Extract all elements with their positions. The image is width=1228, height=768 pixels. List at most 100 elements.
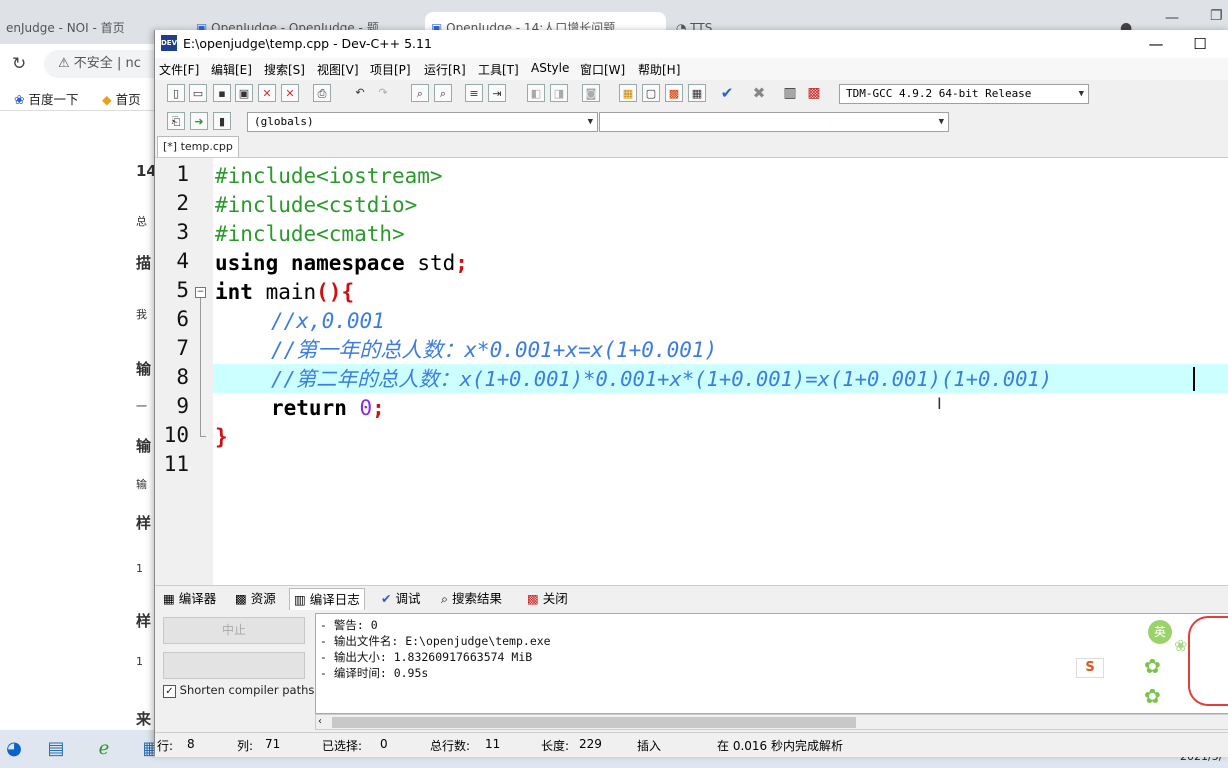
line-number: 6 xyxy=(176,307,189,331)
line-number: 10 xyxy=(163,423,189,447)
compile-log-output[interactable]: - 警告: 0 - 输出文件名: E:\openjudge\temp.exe -… xyxy=(315,613,1228,714)
status-parse-time: 在 0.016 秒内完成解析 xyxy=(717,739,843,753)
toggle-comment-icon[interactable]: ◙ xyxy=(582,84,600,102)
reload-icon[interactable]: ↻ xyxy=(12,54,26,74)
sogou-ime-icon[interactable]: S xyxy=(1076,658,1104,678)
bottom-tabs: ▦ 编译器 ▩ 资源 ▥ 编译日志 ✔ 调试 ⌕ 搜索结果 ▩ 关闭 xyxy=(155,585,1228,611)
page-text: 样 xyxy=(136,612,152,630)
stop-icon[interactable]: ✖ xyxy=(750,84,768,102)
status-col: 71 xyxy=(265,737,281,751)
code-editor[interactable]: 1 2 3 4 5 6 7 8 9 10 11 − #include<iostr… xyxy=(155,157,1228,608)
fold-line xyxy=(200,298,201,437)
menu-search[interactable]: 搜索[S] xyxy=(264,61,305,78)
unindent-icon[interactable]: ◨ xyxy=(550,84,568,102)
remove-file-icon[interactable]: ▮ xyxy=(213,112,231,130)
search-icon: ⌕ xyxy=(441,591,452,606)
browser-restore-icon[interactable]: ❐ xyxy=(1210,8,1223,24)
replace-icon[interactable]: ⌕ xyxy=(434,84,452,102)
code-line-6: //x,0.001 xyxy=(271,309,385,333)
flower-decoration-icon: ✿ xyxy=(1144,654,1161,678)
shorten-paths-checkbox[interactable]: ✓ Shorten compiler paths xyxy=(163,683,314,698)
close-file-icon[interactable]: ✕ xyxy=(258,84,276,102)
save-all-icon[interactable]: ▣ xyxy=(235,84,253,102)
text-caret xyxy=(1193,367,1195,391)
project-icon[interactable]: ⎗ xyxy=(167,112,185,130)
abort-button[interactable]: 中止 xyxy=(163,617,305,644)
page-text: 来 xyxy=(136,710,152,728)
chart-icon: ▥ xyxy=(294,592,310,607)
compiler-select[interactable]: TDM-GCC 4.9.2 64-bit Release ▼ xyxy=(839,84,1089,104)
print-icon[interactable]: ⎙ xyxy=(313,84,331,102)
warning-icon: ⚠ xyxy=(58,56,74,71)
minimize-button[interactable]: — xyxy=(1133,30,1179,58)
debug-icon[interactable]: ▩ xyxy=(805,84,823,102)
menu-help[interactable]: 帮助[H] xyxy=(638,61,680,78)
menu-project[interactable]: 项目[P] xyxy=(370,61,411,78)
line-number: 8 xyxy=(176,365,189,389)
scope-select[interactable]: (globals) ▼ xyxy=(247,112,598,132)
status-total-label: 总行数: xyxy=(430,739,471,753)
line-number-gutter: 1 2 3 4 5 6 7 8 9 10 11 − xyxy=(155,158,213,608)
status-insert-mode: 插入 xyxy=(637,739,662,753)
new-file-icon[interactable]: ▯ xyxy=(167,84,185,102)
menu-window[interactable]: 窗口[W] xyxy=(580,61,625,78)
tab-search-results[interactable]: ⌕ 搜索结果 xyxy=(441,588,502,609)
menu-astyle[interactable]: AStyle xyxy=(531,61,569,75)
scroll-left-icon[interactable]: ‹ xyxy=(318,715,322,729)
page-text: 1 xyxy=(136,655,143,668)
browser-tab[interactable]: enJudge - NOI - 首页 xyxy=(0,12,156,44)
check-icon[interactable]: ✔ xyxy=(718,84,736,102)
chevron-down-icon: ▼ xyxy=(1078,89,1084,99)
compile-icon[interactable]: ▦ xyxy=(619,84,637,102)
line-number: 9 xyxy=(176,394,189,418)
line-number: 11 xyxy=(163,452,189,476)
symbol-select[interactable]: ▼ xyxy=(599,112,949,132)
bookmark-baidu[interactable]: ❀ 百度一下 xyxy=(14,89,78,108)
devcpp-window: DEV E:\openjudge\temp.cpp - Dev-C++ 5.11… xyxy=(154,30,1228,757)
bookmark-home[interactable]: ◆ 首页 xyxy=(102,89,141,108)
status-col-label: 列: xyxy=(237,739,254,753)
file-tab-temp-cpp[interactable]: [*] temp.cpp xyxy=(157,136,239,157)
menu-run[interactable]: 运行[R] xyxy=(424,61,466,78)
menu-tools[interactable]: 工具[T] xyxy=(478,61,519,78)
compile-run-icon[interactable]: ▩ xyxy=(665,84,683,102)
find-icon[interactable]: ⌕ xyxy=(411,84,429,102)
browser-minimize-icon[interactable]: — xyxy=(1165,10,1179,26)
title-bar: DEV E:\openjudge\temp.cpp - Dev-C++ 5.11… xyxy=(155,30,1228,58)
menu-edit[interactable]: 编辑[E] xyxy=(211,61,252,78)
run-icon[interactable]: ▢ xyxy=(642,84,660,102)
save-icon[interactable]: ▪ xyxy=(213,84,231,102)
tab-resources[interactable]: ▩ 资源 xyxy=(235,588,276,609)
tab-close[interactable]: ▩ 关闭 xyxy=(527,588,568,609)
goto-line-icon[interactable]: ⇥ xyxy=(488,84,506,102)
profile-chart-icon[interactable]: ▥ xyxy=(781,84,799,102)
horizontal-scrollbar[interactable]: ‹ xyxy=(315,714,1228,730)
status-row-label: 行: xyxy=(157,739,174,753)
baidu-paw-icon: ❀ xyxy=(14,92,29,107)
code-line-9: return 0; xyxy=(271,396,385,420)
menu-view[interactable]: 视图[V] xyxy=(317,61,359,78)
scrollbar-thumb[interactable] xyxy=(332,717,856,728)
ie-icon[interactable]: ℯ xyxy=(90,736,118,762)
close-all-icon[interactable]: ✕ xyxy=(281,84,299,102)
open-file-icon[interactable]: ▭ xyxy=(189,84,207,102)
line-number: 5 xyxy=(176,278,189,302)
edge-icon[interactable]: ◕ xyxy=(0,736,28,762)
goto-line-icon[interactable]: ≡ xyxy=(465,84,483,102)
fold-line-end xyxy=(200,436,206,437)
mouse-ibeam-cursor: I xyxy=(937,394,942,413)
tab-compile-log[interactable]: ▥ 编译日志 xyxy=(289,588,365,610)
maximize-button[interactable]: ☐ xyxy=(1177,30,1223,58)
indent-icon[interactable]: ◧ xyxy=(527,84,545,102)
fold-collapse-icon[interactable]: − xyxy=(195,287,206,298)
undo-icon[interactable]: ↶ xyxy=(351,84,369,102)
tab-compiler[interactable]: ▦ 编译器 xyxy=(163,588,216,609)
tab-debug[interactable]: ✔ 调试 xyxy=(381,588,420,609)
class-toolbar: ⎗ ➜ ▮ (globals) ▼ ▼ xyxy=(155,108,1228,136)
menu-file[interactable]: 文件[F] xyxy=(159,61,199,78)
rebuild-icon[interactable]: ▦ xyxy=(688,84,706,102)
ime-language-badge[interactable]: 英 xyxy=(1148,620,1172,644)
add-file-icon[interactable]: ➜ xyxy=(190,112,208,130)
redo-icon[interactable]: ↷ xyxy=(374,84,392,102)
explorer-icon[interactable]: ▤ xyxy=(42,736,70,762)
